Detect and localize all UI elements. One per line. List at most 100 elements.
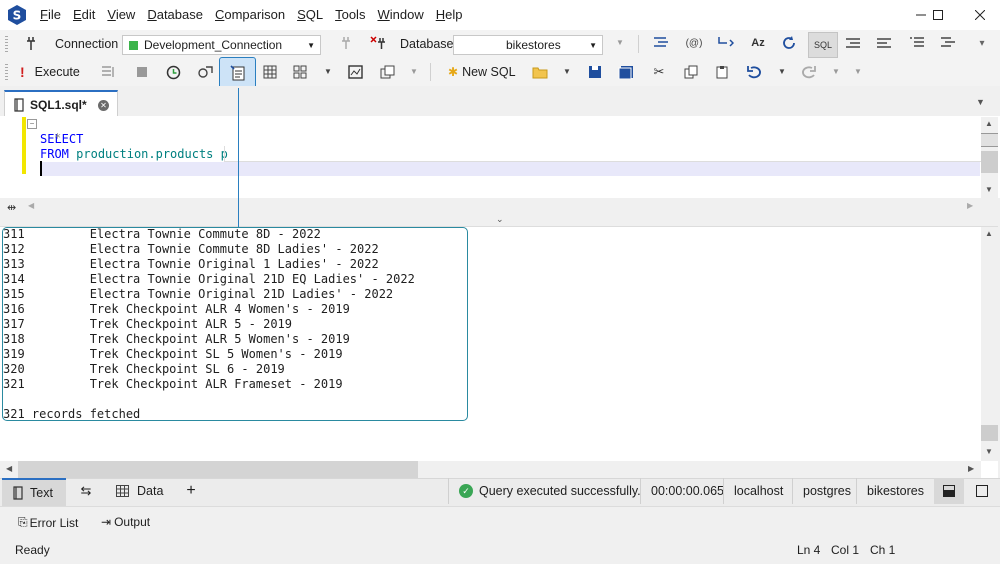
parameters-icon[interactable]: (@) [684,35,704,51]
stop-icon[interactable] [134,64,150,80]
tab-list-chevron-icon[interactable]: ▼ [976,97,985,107]
scroll-thumb[interactable] [18,461,418,478]
outline-icon[interactable] [718,35,734,51]
menu-database[interactable]: Database [141,0,209,30]
layout-full-icon [976,485,988,497]
overflow-chevron-icon[interactable]: ▼ [854,67,862,76]
menu-window[interactable]: Window [371,0,429,30]
text-view-icon [13,486,23,500]
toolbar-grip[interactable] [5,64,8,80]
save-icon[interactable] [587,64,603,80]
case-icon[interactable]: Aᴢ [749,35,767,51]
output-horizontal-scrollbar[interactable]: ◀ ▶ [0,461,981,478]
chevron-down-icon: ▼ [589,40,597,50]
editor-split-handle[interactable] [981,133,998,147]
output-vertical-scrollbar[interactable]: ▲ ▼ [981,227,998,461]
output-to-text-button[interactable] [219,57,256,89]
paste-icon[interactable] [714,64,730,80]
menu-sql[interactable]: SQL [291,0,329,30]
outdent-icon[interactable] [940,35,956,51]
query-status: ✓ Query executed successfully. [448,478,651,504]
overflow-chevron-icon[interactable]: ▼ [616,38,624,47]
format-icon[interactable] [653,35,669,51]
scroll-up-icon[interactable]: ▲ [985,119,993,128]
redo-icon[interactable] [800,64,816,80]
split-view-icon[interactable]: ⇹ [7,201,16,214]
output-panel-button[interactable]: ⇥ Output [101,515,150,529]
menu-help[interactable]: Help [430,0,469,30]
error-list-button[interactable]: ⎘ Error List [18,515,78,530]
output-to-file-icon[interactable] [292,64,308,80]
disconnect-all-icon[interactable] [370,35,386,51]
add-tab-button[interactable]: + [180,478,202,504]
chevron-down-icon[interactable]: ▼ [563,67,571,76]
editor-vertical-scrollbar[interactable]: ▲ ▼ [981,117,998,198]
scroll-right-icon[interactable]: ▶ [968,464,974,473]
chevron-down-icon: ▼ [307,40,315,50]
close-window-button[interactable] [957,0,1000,30]
scroll-left-icon[interactable]: ◀ [28,201,34,210]
menu-comparison[interactable]: Comparison [209,0,291,30]
menu-mnemonic: H [435,7,446,22]
disconnect-icon[interactable] [340,35,356,51]
explain-plan-icon[interactable] [196,64,214,80]
scroll-right-icon[interactable]: ▶ [967,201,973,210]
chevron-down-icon[interactable]: ▼ [324,67,332,76]
cut-icon[interactable]: ✂ [651,64,667,80]
menu-edit[interactable]: Edit [67,0,101,30]
tab-sql1[interactable]: SQL1.sql* ✕ [4,90,118,118]
chevron-down-icon[interactable]: ▼ [778,67,786,76]
pivot-icon[interactable] [347,64,363,80]
scroll-thumb[interactable] [981,425,998,441]
menu-tools[interactable]: Tools [329,0,371,30]
open-folder-icon[interactable] [532,64,548,80]
maximize-button[interactable] [915,0,961,30]
connection-select-value: Development_Connection [144,38,283,52]
tab-text[interactable]: Text [2,478,66,506]
fold-toggle-icon[interactable]: − [27,119,37,129]
tab-close-icon[interactable]: ✕ [98,99,109,111]
toolbar-grip[interactable] [5,36,8,52]
copy-icon[interactable] [683,64,699,80]
panel-layout-full-button[interactable] [967,478,997,504]
sql-mode-icon[interactable]: SQL [808,32,838,58]
menu-view[interactable]: View [101,0,141,30]
scroll-thumb[interactable] [981,151,998,173]
chart-icon[interactable] [379,64,395,80]
execute-button[interactable]: ! Execute [20,62,80,82]
chevron-down-icon[interactable]: ▼ [832,67,840,76]
menu-file[interactable]: File [34,0,67,30]
toolbar-options-icon[interactable]: ▾ [974,35,990,51]
plug-icon[interactable] [25,35,41,51]
output-to-grid-icon[interactable] [262,64,278,80]
tab-data[interactable]: Data [108,478,178,504]
execute-current-icon[interactable] [100,64,116,80]
connection-select[interactable]: Development_Connection ▼ [122,35,321,55]
comment-icon[interactable] [845,35,861,51]
history-icon[interactable] [165,64,181,80]
undo-icon[interactable] [746,64,762,80]
callout-connector-line [238,88,239,227]
save-all-icon[interactable] [618,64,634,80]
uncomment-icon[interactable] [876,35,892,51]
menu-mnemonic: S [297,7,306,22]
scroll-down-icon[interactable]: ▼ [985,447,993,456]
error-list-icon: ⎘ [18,515,28,529]
status-ready: Ready [15,543,50,557]
pane-splitter[interactable]: ⌄ [0,214,1000,226]
collapse-chevron-icon[interactable]: ⌄ [496,214,504,225]
panel-layout-bottom-button[interactable] [934,478,964,504]
status-line: Ln 4 [797,543,821,557]
text-caret [40,161,42,176]
swap-panes-button[interactable]: ⇆ [72,478,100,504]
new-sql-button-label: New SQL [462,65,516,79]
scroll-down-icon[interactable]: ▼ [985,185,993,194]
database-select[interactable]: bikestores ▼ [453,35,603,55]
scroll-left-icon[interactable]: ◀ [6,464,12,473]
keyword-select: SELECT [40,132,84,146]
scroll-up-icon[interactable]: ▲ [985,229,993,238]
chevron-down-icon[interactable]: ▼ [410,67,418,76]
refresh-icon[interactable] [781,35,797,51]
indent-icon[interactable] [909,35,925,51]
new-sql-button[interactable]: ✱ New SQL [448,62,516,82]
